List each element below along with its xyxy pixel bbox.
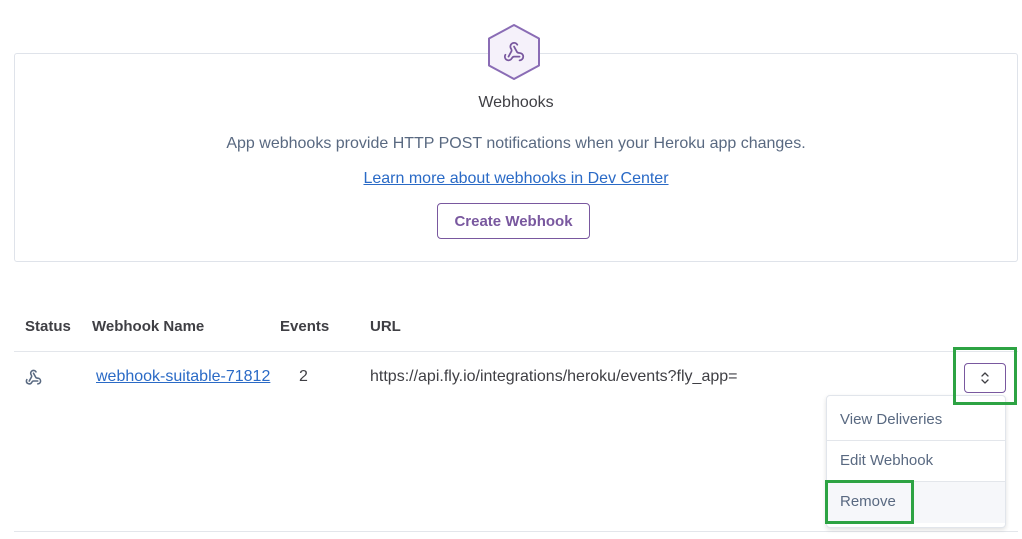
table-bottom-divider (14, 531, 1018, 532)
create-webhook-button[interactable]: Create Webhook (437, 203, 590, 239)
column-header-events: Events (280, 318, 330, 335)
column-header-url: URL (370, 318, 401, 335)
learn-more-link[interactable]: Learn more about webhooks in Dev Center (363, 170, 668, 187)
menu-item-view-deliveries[interactable]: View Deliveries (827, 400, 1005, 441)
webhook-name-cell: webhook-suitable-71812 (96, 367, 270, 387)
column-header-status: Status (25, 318, 71, 335)
chevron-up-down-icon (981, 372, 989, 384)
learn-more-row: Learn more about webhooks in Dev Center (14, 169, 1018, 189)
menu-item-edit-webhook[interactable]: Edit Webhook (827, 441, 1005, 482)
webhook-url: https://api.fly.io/integrations/heroku/e… (370, 368, 738, 385)
webhook-status-icon (25, 369, 42, 385)
webhooks-hexagon-icon (488, 24, 540, 80)
webhooks-title: Webhooks (478, 94, 554, 111)
menu-item-remove[interactable]: Remove (827, 482, 1005, 523)
webhook-actions-menu: View Deliveries Edit Webhook Remove (826, 395, 1006, 528)
column-header-webhook-name: Webhook Name (92, 318, 205, 335)
webhook-name-link[interactable]: webhook-suitable-71812 (96, 368, 270, 385)
webhooks-description: App webhooks provide HTTP POST notificat… (226, 135, 806, 152)
table-header-divider (14, 351, 1018, 352)
webhook-actions-toggle-button[interactable] (964, 363, 1006, 393)
webhook-events-count: 2 (299, 368, 308, 385)
